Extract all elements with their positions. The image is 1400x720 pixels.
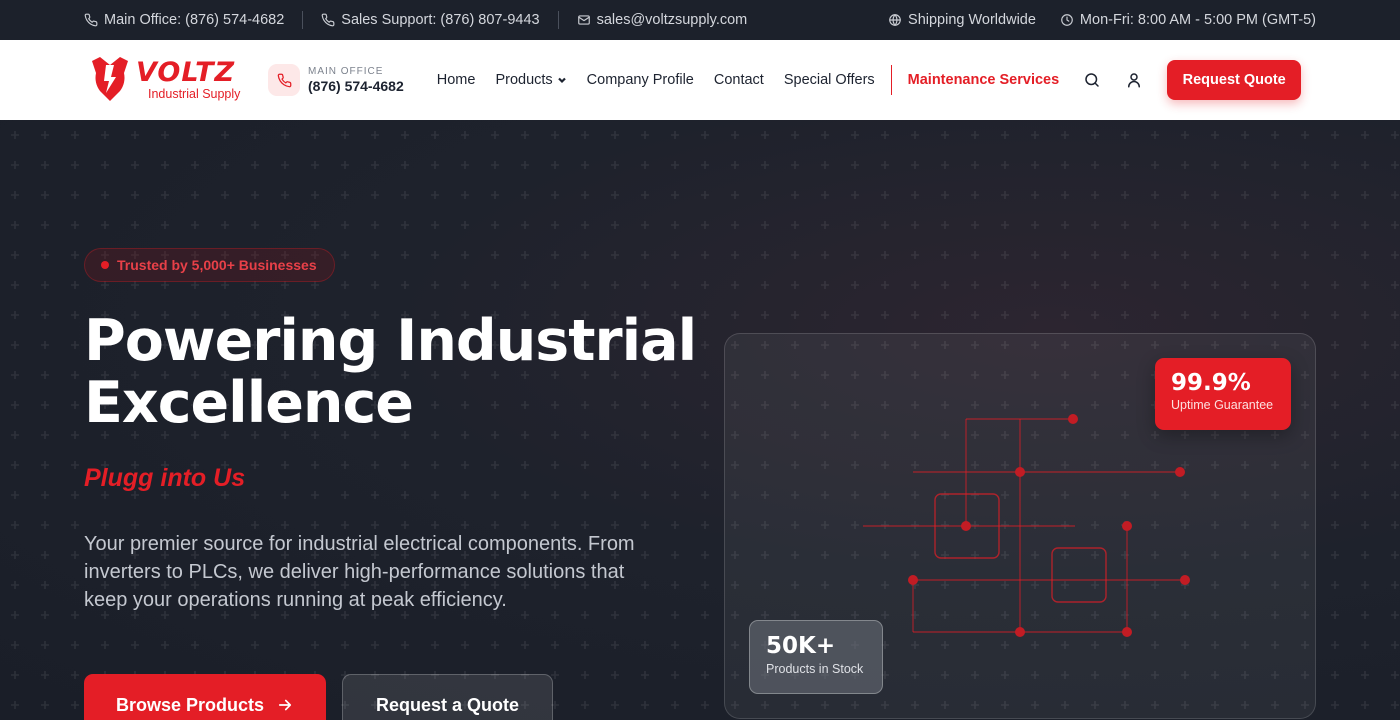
nav-divider xyxy=(890,65,892,95)
phone-icon xyxy=(321,13,335,27)
main-office-text: Main Office: (876) 574-4682 xyxy=(104,12,285,28)
hours-info: Mon-Fri: 8:00 AM - 5:00 PM (GMT-5) xyxy=(1060,12,1316,28)
brand-subtitle: Industrial Supply xyxy=(148,87,241,102)
mail-icon xyxy=(577,15,590,25)
phone-icon xyxy=(268,64,300,96)
products-label: Products in Stock xyxy=(766,662,864,676)
sales-support-text: Sales Support: (876) 807-9443 xyxy=(341,12,540,28)
products-value: 50K+ xyxy=(766,633,836,659)
globe-icon xyxy=(889,14,901,26)
products-stat-card: 50K+ Products in Stock xyxy=(749,620,883,694)
headline-line-1: Powering Industrial xyxy=(84,308,697,374)
divider xyxy=(557,11,559,29)
user-icon[interactable] xyxy=(1125,71,1143,89)
brand-name: VOLTZ xyxy=(136,57,236,89)
badge-dot xyxy=(101,261,109,269)
trust-badge-text: Trusted by 5,000+ Businesses xyxy=(117,257,317,273)
uptime-label: Uptime Guarantee xyxy=(1171,398,1274,412)
nav-item-label: Maintenance Services xyxy=(907,72,1060,88)
nav-item-label: Special Offers xyxy=(783,72,875,88)
nav-item-home[interactable]: Home xyxy=(437,72,476,88)
hours-text: Mon-Fri: 8:00 AM - 5:00 PM (GMT-5) xyxy=(1079,12,1316,28)
email-text: sales@voltzsupply.com xyxy=(596,12,748,28)
request-quote-button[interactable]: Request Quote xyxy=(1167,60,1302,100)
phone-label: MAIN OFFICE xyxy=(308,65,384,77)
main-office-info[interactable]: Main Office: (876) 574-4682 xyxy=(84,12,284,28)
browse-products-button[interactable]: Browse Products xyxy=(84,674,326,720)
sales-support-info[interactable]: Sales Support: (876) 807-9443 xyxy=(321,12,540,28)
trust-badge: Trusted by 5,000+ Businesses xyxy=(84,248,335,282)
phone-number: (876) 574-4682 xyxy=(308,77,404,94)
nav-item-label: Home xyxy=(436,72,476,88)
hero-section: Trusted by 5,000+ Businesses Powering In… xyxy=(0,120,1400,720)
hero-visual-panel: 99.9% Uptime Guarantee 50K+ Products in … xyxy=(724,333,1316,719)
nav-item-label: Contact xyxy=(713,72,764,88)
main-office-phone[interactable]: MAIN OFFICE (876) 574-4682 xyxy=(268,64,404,96)
main-navigation: VOLTZ Industrial Supply MAIN OFFICE (876… xyxy=(0,40,1400,120)
browse-products-label: Browse Products xyxy=(115,694,265,715)
chevron-down-icon xyxy=(557,77,566,84)
nav-item-label: Products xyxy=(495,72,553,88)
nav-menu: Home Products Company Profile Contact Sp… xyxy=(437,65,1059,95)
hero-tagline: Plugg into Us xyxy=(84,464,246,492)
logo[interactable]: VOLTZ Industrial Supply xyxy=(88,55,248,105)
shipping-info: Shipping Worldwide xyxy=(888,12,1036,28)
nav-item-contact[interactable]: Contact xyxy=(714,72,764,88)
request-a-quote-button[interactable]: Request a Quote xyxy=(342,674,553,720)
hero-description: Your premier source for industrial elect… xyxy=(84,533,635,611)
nav-item-products[interactable]: Products xyxy=(495,72,566,88)
nav-item-company-profile[interactable]: Company Profile xyxy=(587,72,694,88)
uptime-value: 99.9% xyxy=(1171,370,1251,396)
nav-item-label: Company Profile xyxy=(586,72,694,88)
search-icon[interactable] xyxy=(1083,71,1101,89)
headline-line-2: Excellence xyxy=(84,370,414,436)
request-a-quote-label: Request a Quote xyxy=(375,694,520,715)
hero-headline: Powering Industrial Excellence xyxy=(84,308,697,436)
clock-icon xyxy=(1061,14,1073,26)
email-link[interactable]: sales@voltzsupply.com xyxy=(577,12,748,28)
nav-item-maintenance-services[interactable]: Maintenance Services xyxy=(908,72,1060,88)
phone-icon xyxy=(84,13,98,27)
top-info-bar: Main Office: (876) 574-4682 Sales Suppor… xyxy=(0,0,1400,40)
shipping-text: Shipping Worldwide xyxy=(908,12,1036,28)
divider xyxy=(302,11,304,29)
arrow-right-icon xyxy=(278,699,292,711)
voltz-logo-icon xyxy=(92,57,128,101)
nav-item-special-offers[interactable]: Special Offers xyxy=(784,72,875,88)
uptime-stat-card: 99.9% Uptime Guarantee xyxy=(1155,358,1291,430)
